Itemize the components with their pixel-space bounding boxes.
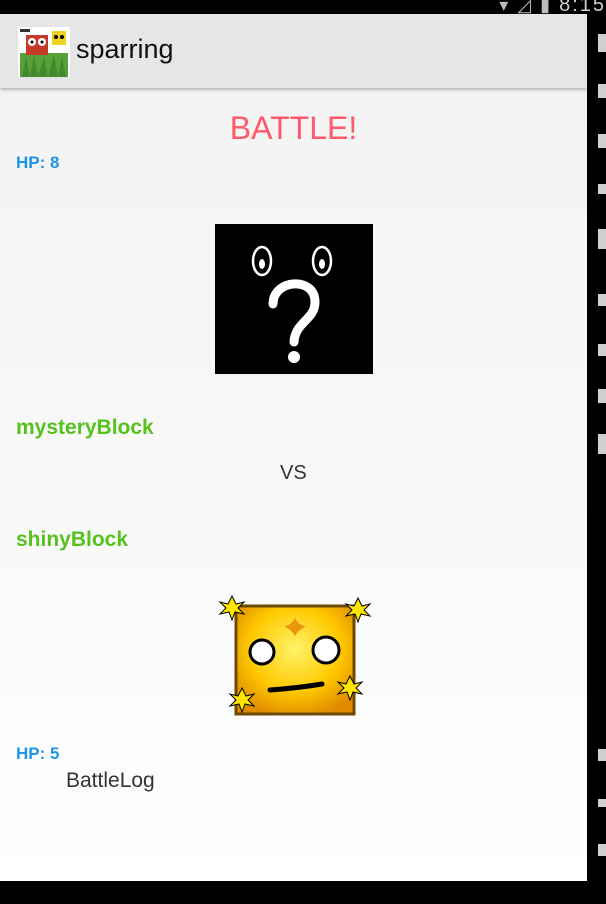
dots-icon (598, 434, 606, 454)
window-icon[interactable] (598, 229, 606, 249)
settings-icon[interactable] (598, 34, 606, 52)
side-nav-strip (587, 14, 606, 881)
bottom-bar (0, 881, 587, 904)
player2-name: shinyBlock (16, 528, 129, 551)
mystery-block-icon (215, 224, 373, 374)
action-bar: sparring (0, 14, 587, 88)
app-logo-icon[interactable] (18, 27, 70, 77)
volume-icon[interactable] (598, 294, 606, 306)
nav-recent-icon[interactable] (598, 844, 606, 856)
player1-hp: HP: 8 (16, 153, 60, 172)
shiny-block-icon (218, 594, 372, 716)
battle-title: BATTLE! (229, 110, 358, 146)
nav-back-icon[interactable] (598, 749, 606, 761)
back-icon[interactable] (598, 184, 606, 194)
sync-icon[interactable] (598, 84, 606, 98)
player2-hp: HP: 5 (16, 744, 60, 763)
volume-down-icon[interactable] (598, 344, 606, 356)
app-window: sparring BATTLE! HP: 8 mysteryBlock VS s… (0, 14, 587, 881)
vs-label: VS (280, 462, 307, 484)
player1-name: mysteryBlock (16, 416, 154, 439)
rotate-icon[interactable] (598, 389, 606, 403)
app-title: sparring (76, 34, 174, 64)
nav-home-icon[interactable] (598, 799, 606, 807)
edit-icon[interactable] (598, 134, 606, 148)
status-bar: ▾ ◿ ▮ 8:15 (0, 0, 606, 16)
battle-log: BattleLog (66, 769, 155, 792)
